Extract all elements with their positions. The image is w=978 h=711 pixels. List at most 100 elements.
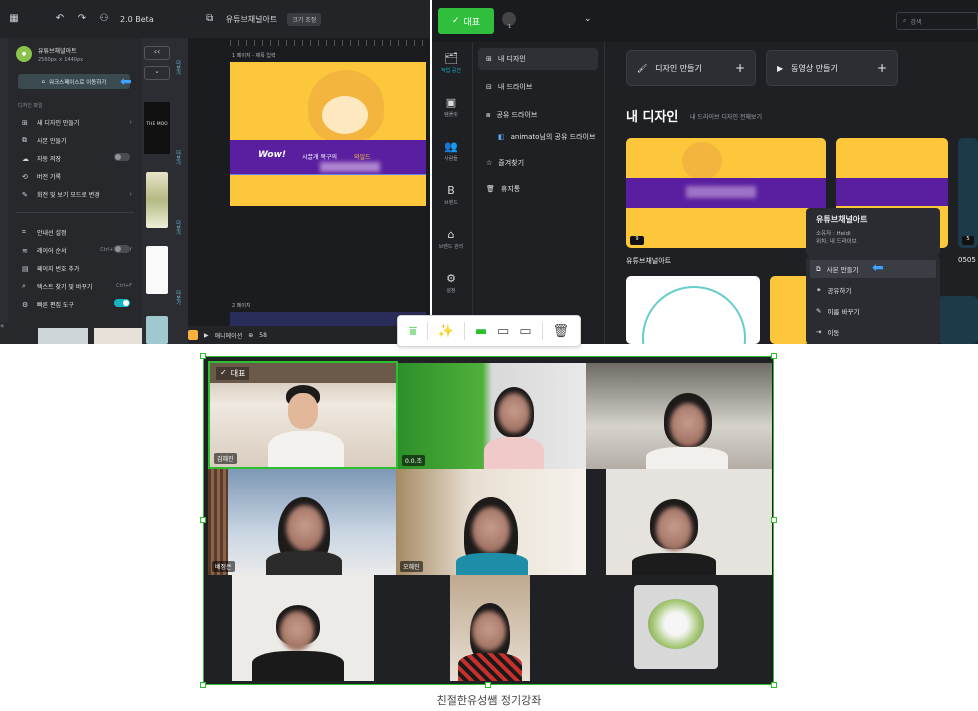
pointer-arrow-icon: ⬅ [120,74,132,90]
share-icon: ⚭ [816,286,822,294]
editor-topbar: ▦ ↶ ↷ ⚇ 2.0 Beta ⧉ 유튜브채널아트 크기 조정 [0,0,430,38]
person-body [456,553,528,575]
context-menu-item[interactable]: ⚭ 공유하기 [810,281,936,299]
drive-nav-item[interactable]: 🗑 휴지통 [478,178,598,200]
thumb-collapse-icon[interactable]: ‹‹ [144,46,170,60]
drive-nav-item[interactable]: ⊞ 내 디자인 [478,48,598,70]
person-face [280,611,314,651]
divider [426,322,428,340]
create-design-button[interactable]: 🖌 디자인 만들기 + [626,50,756,86]
trash-icon[interactable]: 🗑 [552,324,569,339]
search-input[interactable]: ⌕ 검색 [896,12,978,30]
thumb-image[interactable] [146,172,168,228]
layout-fit-icon[interactable]: ▬ [475,324,487,339]
redo-icon[interactable]: ↷ [76,13,88,25]
design-card[interactable]: 5 [958,138,978,248]
undo-icon[interactable]: ↶ [54,13,66,25]
thumb-more-1[interactable]: 더보기 [175,60,182,75]
thumb-more-2[interactable]: 더보기 [175,150,182,165]
zoom-value[interactable]: 58 [259,332,267,339]
pen-icon: ✎ [22,190,28,199]
my-design-icon: ⊞ [486,55,492,63]
video-tile [232,575,374,681]
context-menu-item[interactable]: ✎ 이름 바꾸기 [810,302,936,320]
menu-item[interactable]: ⊞ 새 디자인 만들기 [22,118,79,128]
align-center-icon[interactable]: ⩸ [409,324,417,339]
design-card[interactable]: 9 [626,138,826,248]
drive-nav-item[interactable]: ⧈ 공유 드라이브 [478,104,598,126]
design-card[interactable] [626,276,760,344]
design-page-1[interactable]: Wow! 시끌개 목구의 와일드 [230,62,426,206]
side-nav-item[interactable]: B 브랜드 [432,184,470,206]
animation-label[interactable]: 애니메이션 [215,331,243,340]
drive-nav-item[interactable]: ⊟ 내 드라이브 [478,76,598,98]
canvas-bottom-bar: ▶ 애니메이션 ⊕ 58 [188,326,430,344]
banner-strip: Wow! 시끌개 목구의 와일드 [230,140,426,174]
menu-item[interactable]: ⟲ 버전 기록 [22,172,61,182]
resize-handle[interactable] [771,517,777,523]
card-title[interactable]: 유튜브채널아트 [626,256,671,266]
menu-item[interactable]: ✎ 회전 및 보기 모드로 변경 [22,190,100,200]
expand-icon[interactable]: « [0,322,8,344]
menu-item[interactable]: ⧉ 사본 만들기 [22,136,67,145]
resize-handle[interactable] [200,682,206,688]
person-face [288,393,318,429]
thumb-image[interactable] [146,316,168,344]
file-name[interactable]: 유튜브채널아트 [226,14,278,25]
workspace-button[interactable]: ⌂ 워크스페이스로 이동하기 [18,74,130,89]
drive-nav-item[interactable]: ☆ 즐겨찾기 [478,152,598,174]
menu-item[interactable]: ⌗ 안내선 설정 [22,228,67,237]
image-caption: 친절한유성쌤 정기강좌 [436,694,542,707]
video-meeting-grid[interactable]: ✓ 대표 김혜진 0.0.조 배정은 오혜진 [203,356,774,685]
resize-handle[interactable] [200,353,206,359]
nav-item-label: 공유 드라이브 [496,111,538,119]
thumb-more-3[interactable]: 더보기 [175,220,182,235]
side-nav-item[interactable]: ⌂ 브랜드 관리 [432,228,470,250]
layout-wide-icon[interactable]: ▭ [519,324,531,339]
resize-handle[interactable] [200,517,206,523]
editor-window: ▦ ↶ ↷ ⚇ 2.0 Beta ⧉ 유튜브채널아트 크기 조정 ● 유튜브채널… [0,0,430,344]
card-title[interactable]: 0505 [958,256,976,264]
toggle-switch[interactable] [114,245,130,253]
representative-button[interactable]: ✓ 대표 [438,8,494,34]
side-nav-item[interactable]: 👥 사람들 [432,140,470,162]
menu-item-label: 회전 및 보기 모드로 변경 [37,192,100,199]
resize-handle[interactable] [485,682,491,688]
menu-item[interactable]: ⚙ 빠른 편집 도구 [22,300,74,310]
participant-name: 오혜진 [400,561,423,572]
context-menu-label: 사본 만들기 [826,266,859,274]
toggle-switch[interactable] [114,153,130,161]
menu-item[interactable]: ▤ 페이지 번호 추가 [22,264,79,274]
thumb-more-4[interactable]: 더보기 [175,290,182,305]
menu-item[interactable]: ⌕ 텍스트 찾기 및 바꾸기 [22,282,92,291]
layout-full-icon[interactable]: ▭ [497,324,509,339]
drive-nav-item[interactable]: ◧ animato님의 공유 드라이브 [490,126,600,148]
room-background [208,469,228,575]
grid-menu-icon[interactable]: ▦ [8,13,20,25]
side-nav-item[interactable]: ▣ 템플릿 [432,96,470,118]
animation-icon[interactable]: ▶ [204,332,209,339]
view-all-link[interactable]: 내 드라이브 디자인 전체보기 [690,112,762,121]
side-nav-item[interactable]: ⚙ 설정 [432,272,470,294]
person-face [472,611,506,651]
side-nav-item[interactable]: 🗂 작업 공간 [432,52,470,74]
menu-item[interactable]: ☁ 자동 저장 [22,154,61,164]
design-card[interactable] [770,276,810,344]
design-card[interactable] [938,296,978,344]
resize-handle[interactable] [771,682,777,688]
color-swatch[interactable] [188,330,198,340]
person-body [484,437,544,469]
resize-button[interactable]: 크기 조정 [287,12,322,26]
context-menu-item[interactable]: ⇥ 이동 [810,323,936,341]
create-video-button[interactable]: ▶ 동영상 만들기 + [766,50,898,86]
chevron-down-icon[interactable]: ⌄ [584,14,592,24]
thumb-image[interactable] [146,246,168,294]
chevron-down-icon[interactable]: ⌄ [144,66,170,80]
resize-handle[interactable] [771,353,777,359]
participant-name: 0.0.조 [402,455,425,466]
divider [463,322,465,340]
magic-wand-icon[interactable]: ✨ [438,324,454,339]
toggle-switch[interactable] [114,299,130,307]
thumb-brand[interactable]: THE MOO [144,102,170,154]
menu-item[interactable]: ≋ 레이어 순서 [22,246,67,256]
